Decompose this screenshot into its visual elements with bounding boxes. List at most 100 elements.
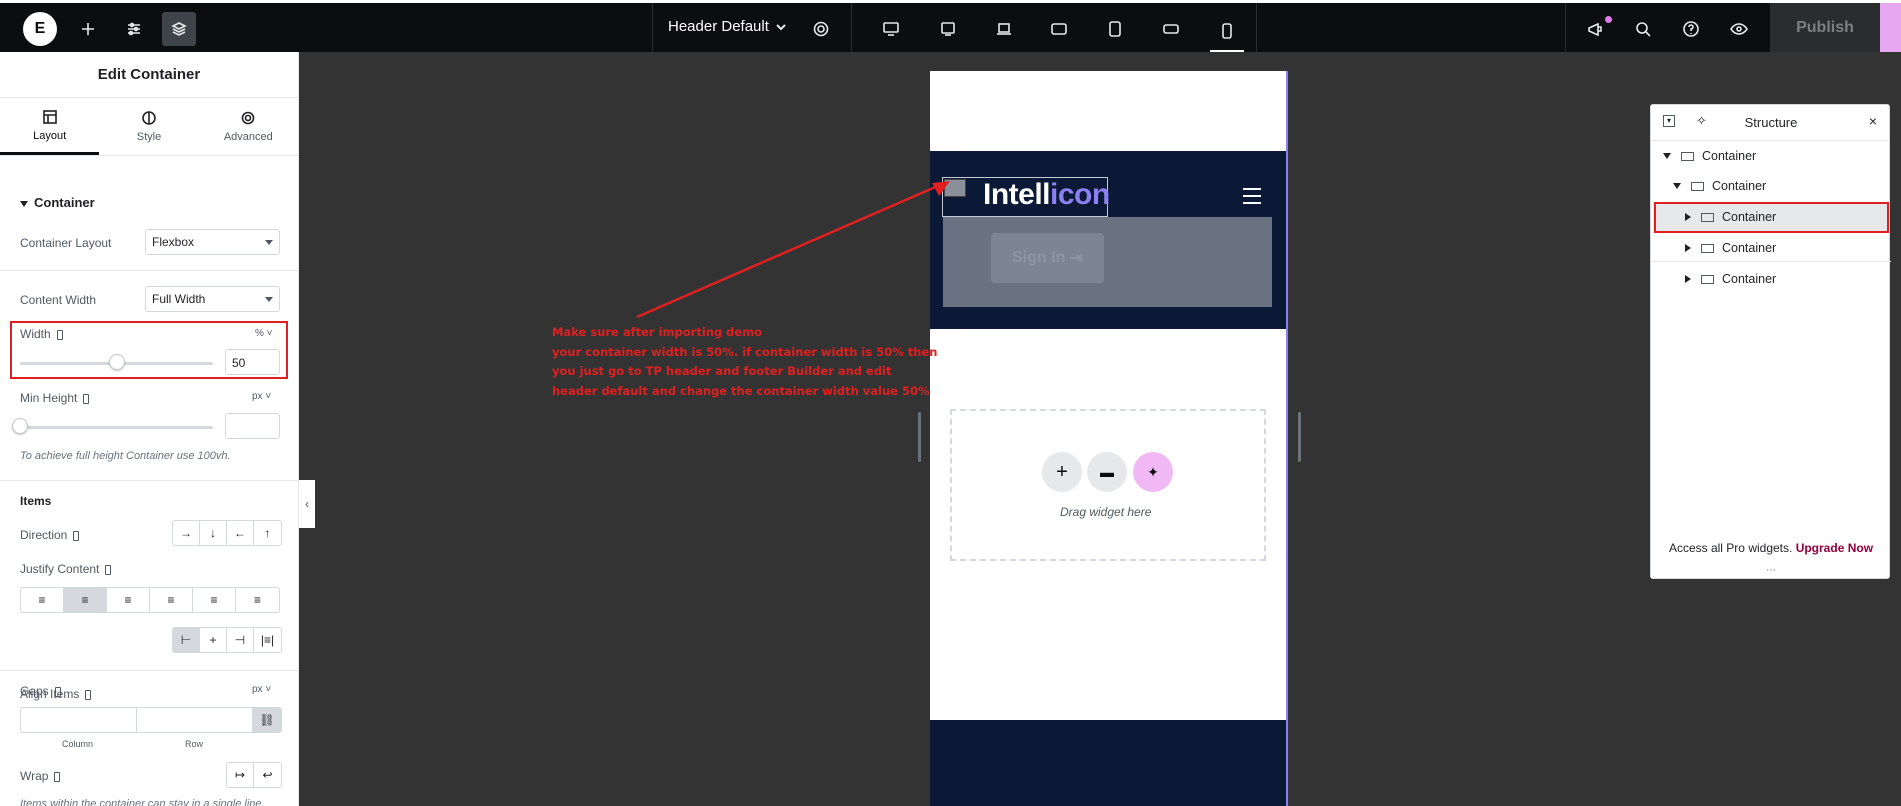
gap-column-label: Column — [62, 739, 94, 749]
template-folder-icon[interactable]: ▬ — [1087, 452, 1127, 492]
structure-item-label: Container — [1712, 179, 1767, 193]
items-section-title: Items — [20, 494, 52, 508]
chevron-down-icon — [265, 297, 273, 302]
mobile-device-icon[interactable] — [54, 771, 61, 782]
chevron-down-icon[interactable] — [774, 20, 788, 37]
structure-item-label: Container — [1722, 241, 1777, 255]
min-height-input[interactable] — [225, 413, 280, 439]
document-title[interactable]: Header Default — [668, 18, 769, 35]
chevron-down-icon — [265, 240, 273, 245]
structure-item[interactable]: Container — [1685, 265, 1776, 293]
add-widget-icon[interactable]: + — [1042, 452, 1082, 492]
min-height-slider-track[interactable] — [20, 426, 213, 429]
content-width-select[interactable]: Full Width — [145, 286, 280, 312]
tablet-portrait-icon[interactable] — [1098, 12, 1132, 46]
tab-advanced[interactable]: Advanced — [199, 98, 298, 155]
highlight-box — [10, 321, 288, 379]
justify-center-icon[interactable]: ≡ — [64, 588, 107, 612]
style-icon — [142, 111, 156, 125]
gear-icon — [242, 111, 255, 125]
resize-handle-right[interactable] — [1298, 412, 1301, 462]
gap-column-input[interactable] — [21, 708, 137, 732]
divider — [0, 480, 298, 481]
widescreen-device-icon[interactable] — [931, 12, 965, 46]
help-icon[interactable] — [1674, 12, 1708, 46]
ai-sparkle-icon[interactable]: ✦ — [1133, 452, 1173, 492]
direction-column-icon[interactable]: ↓ — [200, 521, 227, 545]
elementor-logo-icon[interactable]: E — [23, 12, 57, 46]
justify-space-between-icon[interactable]: ≡ — [150, 588, 193, 612]
justify-end-icon[interactable]: ≡ — [107, 588, 150, 612]
tab-style[interactable]: Style — [99, 98, 198, 155]
site-settings-icon[interactable] — [117, 12, 151, 46]
justify-start-icon[interactable]: ≡ — [21, 588, 64, 612]
mobile-landscape-icon[interactable] — [1154, 12, 1188, 46]
divider — [0, 670, 298, 671]
resize-handle-left[interactable] — [918, 412, 921, 462]
tablet-landscape-icon[interactable] — [1042, 12, 1076, 46]
gap-row-input[interactable] — [137, 708, 253, 732]
min-height-unit-select[interactable]: px ˅ — [252, 391, 271, 402]
structure-item[interactable]: Container — [1673, 172, 1766, 200]
gaps-unit-value: px — [252, 684, 263, 695]
caret-down-icon — [20, 200, 28, 207]
mobile-device-icon[interactable] — [85, 689, 92, 700]
section-container-toggle[interactable]: Container — [20, 195, 95, 210]
page-settings-gear-icon[interactable] — [804, 12, 838, 46]
structure-item[interactable]: Container — [1685, 234, 1776, 262]
publish-button[interactable]: Publish — [1770, 3, 1880, 52]
justify-space-around-icon[interactable]: ≡ — [193, 588, 236, 612]
direction-column-reverse-icon[interactable]: ↑ — [254, 521, 281, 545]
direction-row-reverse-icon[interactable]: ← — [227, 521, 254, 545]
align-start-icon[interactable]: ⊢ — [173, 628, 200, 652]
close-icon[interactable]: × — [1869, 113, 1877, 129]
container-layout-select[interactable]: Flexbox — [145, 229, 280, 255]
gaps-label-text: Gaps — [20, 684, 49, 698]
align-stretch-icon[interactable]: |≡| — [254, 628, 281, 652]
gaps-unit-select[interactable]: px ˅ — [252, 684, 271, 695]
mobile-device-icon[interactable] — [83, 393, 90, 404]
search-icon[interactable] — [1626, 12, 1660, 46]
nowrap-icon[interactable]: ↦ — [227, 763, 254, 787]
structure-panel: ▾ ✧ Structure × Container Container Cont… — [1650, 104, 1891, 579]
add-element-icon[interactable] — [71, 12, 105, 46]
structure-item-label: Container — [1702, 149, 1757, 163]
edit-container-panel: Edit Container Layout Style Advanced Con… — [0, 52, 299, 806]
mobile-device-icon[interactable] — [73, 530, 80, 541]
mobile-device-icon[interactable] — [105, 564, 112, 575]
structure-header: ▾ ✧ Structure × — [1651, 105, 1889, 141]
mobile-device-icon[interactable] — [54, 686, 61, 697]
container-layout-label: Container Layout — [20, 236, 112, 250]
preview-eye-icon[interactable] — [1722, 12, 1756, 46]
sign-in-button[interactable]: Sign In ⇥ — [991, 233, 1104, 283]
align-center-icon[interactable]: + — [200, 628, 227, 652]
annotation-line-1: Make sure after importing demo — [552, 325, 763, 339]
min-height-slider-handle[interactable] — [12, 418, 28, 434]
link-icon[interactable]: ⛓ — [253, 708, 281, 732]
structure-layers-icon[interactable] — [162, 12, 196, 46]
min-height-label: Min Height — [20, 391, 90, 405]
panel-tabs: Layout Style Advanced — [0, 98, 298, 156]
wrap-label-text: Wrap — [20, 769, 49, 783]
mobile-portrait-icon[interactable] — [1210, 12, 1244, 52]
hamburger-menu-icon[interactable] — [1243, 188, 1261, 204]
align-end-icon[interactable]: ⊣ — [227, 628, 254, 652]
collapse-panel-button[interactable]: ‹ — [299, 480, 315, 528]
wrap-icon[interactable]: ↩ — [254, 763, 281, 787]
container-handle-icon[interactable] — [944, 179, 966, 197]
direction-row-icon[interactable]: → — [173, 521, 200, 545]
structure-item[interactable]: Container — [1663, 142, 1756, 170]
sign-in-icon: ⇥ — [1069, 250, 1083, 267]
tab-advanced-label: Advanced — [223, 131, 273, 143]
resize-grip-icon[interactable]: ⋯ — [1651, 565, 1891, 576]
upgrade-now-link[interactable]: Upgrade Now — [1796, 541, 1873, 555]
container-icon — [1701, 274, 1714, 284]
tab-layout[interactable]: Layout — [0, 98, 100, 155]
publish-options-button[interactable] — [1880, 3, 1901, 52]
footer-section[interactable] — [930, 720, 1286, 806]
container-icon — [1681, 151, 1694, 161]
site-logo[interactable]: Intellicon — [983, 178, 1110, 212]
laptop-device-icon[interactable] — [987, 12, 1021, 46]
desktop-device-icon[interactable] — [874, 12, 908, 46]
justify-space-evenly-icon[interactable]: ≡ — [236, 588, 279, 612]
